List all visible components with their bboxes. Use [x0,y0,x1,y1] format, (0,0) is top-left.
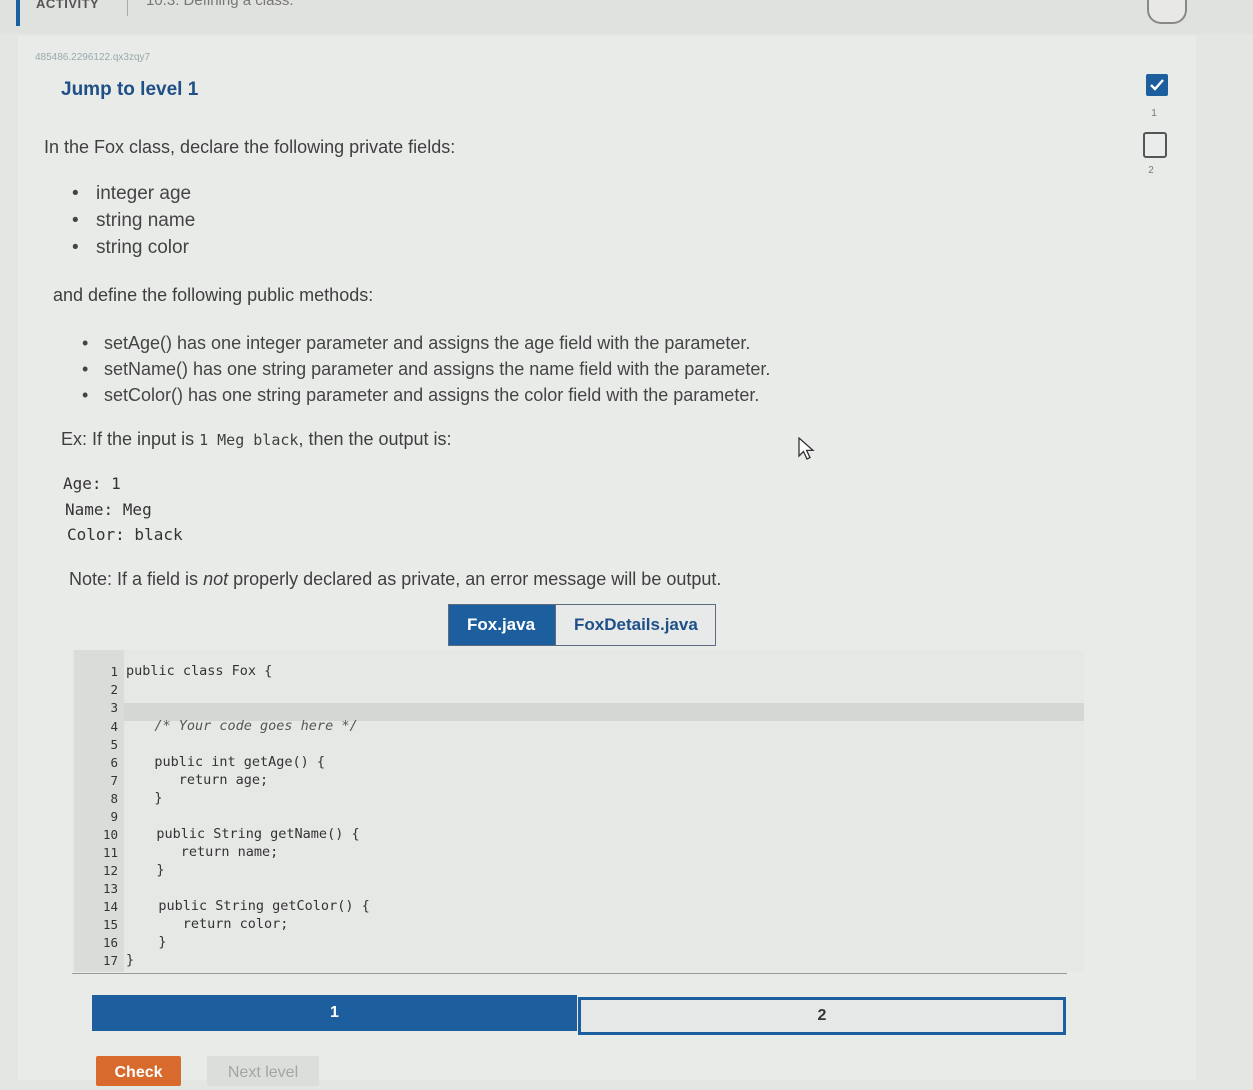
tab-foxdetails-java[interactable]: FoxDetails.java [555,605,715,645]
line-number: 4 [110,719,118,734]
line-number: 11 [102,845,118,860]
shield-icon [1147,0,1187,24]
progress-level-2[interactable]: 2 [578,997,1066,1035]
level-progress-bar: 1 2 [92,995,1070,1039]
code-line: } [134,934,167,950]
level-1-number: 1 [1151,108,1157,119]
example-suffix: , then the output is: [298,429,452,449]
list-item: integer age [72,180,195,207]
prompt-intro: In the Fox class, declare the following … [44,137,456,157]
activity-id: 485486.2296122.qx3zqy7 [35,52,151,63]
file-tabs: Fox.java FoxDetails.java [448,604,716,646]
header-accent-bar [16,0,20,26]
line-number: 1 [110,664,118,679]
code-line: } [132,862,165,878]
level-1-completed-checkbox[interactable] [1146,74,1168,96]
methods-list: setAge() has one integer parameter and a… [82,330,770,408]
code-line: public int getAge() { [130,754,326,770]
code-line: public String getName() { [132,826,360,842]
note-emphasis: not [203,569,229,589]
code-line: /* Your code goes here */ [130,718,358,734]
code-line: public class Fox { [126,663,273,679]
line-number: 6 [110,755,118,770]
code-line: return name; [132,844,279,860]
code-line: } [130,790,163,806]
code-line: public String getColor() { [134,898,370,914]
note-suffix: properly declared as private, an error m… [233,569,722,589]
fields-list: integer age string name string color [72,180,195,261]
code-line: return color; [134,916,289,932]
output-line: Age: 1 [63,474,121,493]
code-line: } [126,952,135,968]
line-number: 5 [110,737,118,752]
tab-fox-java[interactable]: Fox.java [449,605,555,645]
code-editor[interactable]: 1 2 3 4 5 6 7 8 9 10 11 12 13 14 15 16 1… [72,650,1084,972]
list-item: setColor() has one string parameter and … [82,382,770,408]
jump-to-level-title: Jump to level 1 [61,79,199,100]
check-button[interactable]: Check [96,1056,181,1086]
line-number: 12 [102,863,118,878]
note-prefix: Note: If a field is [69,569,199,589]
example-prefix: Ex: If the input is [61,429,195,449]
line-number: 17 [102,953,118,968]
mouse-cursor-icon [798,437,815,460]
progress-level-1[interactable]: 1 [92,995,577,1031]
list-item: string name [72,207,195,234]
level-2-checkbox[interactable] [1143,132,1167,158]
output-line: Color: black [67,525,183,544]
line-number: 9 [110,809,118,824]
level-2-number: 2 [1148,165,1154,176]
activity-breadcrumb: 10.3: Defining a class. [146,0,294,9]
line-number: 3 [110,700,118,715]
activity-header: ACTIVITY 10.3: Defining a class. [0,0,1253,34]
line-number: 13 [102,881,118,896]
list-item: setName() has one string parameter and a… [82,356,770,382]
header-divider [127,0,128,16]
code-line: return age; [130,772,269,788]
line-number: 14 [102,899,118,914]
output-line: Name: Meg [65,500,152,519]
line-number: 15 [102,917,118,932]
checkmark-icon [1150,79,1164,91]
line-number: 8 [110,791,118,806]
list-item: string color [72,234,195,261]
line-number: 2 [110,682,118,697]
note-text: Note: If a field is not properly declare… [69,569,721,590]
example-text: Ex: If the input is 1 Meg black, then th… [61,429,452,450]
list-item: setAge() has one integer parameter and a… [82,330,770,356]
next-level-button[interactable]: Next level [207,1056,319,1086]
line-number: 16 [102,935,118,950]
methods-intro: and define the following public methods: [53,285,374,305]
line-number: 10 [102,827,118,842]
editor-divider [72,973,1067,974]
example-input: 1 Meg black [199,431,299,449]
line-number: 7 [110,773,118,788]
activity-label: ACTIVITY [36,0,100,11]
